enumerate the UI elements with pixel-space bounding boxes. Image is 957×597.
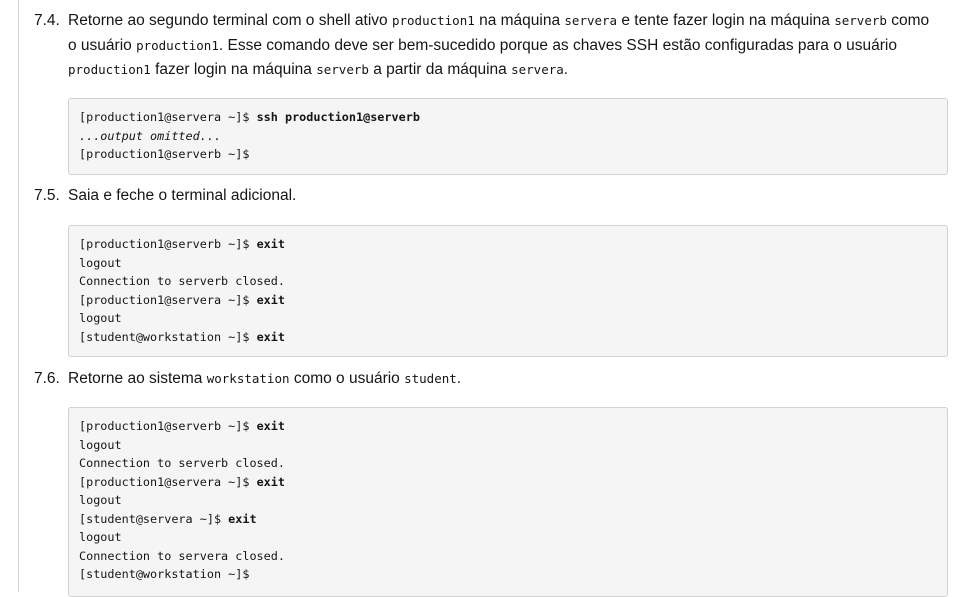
inline-code: servera bbox=[564, 13, 618, 28]
code-line: [production1@servera ~]$ ssh production1… bbox=[79, 110, 420, 124]
code-line: logout bbox=[79, 311, 122, 325]
step-description: Saia e feche o terminal adicional. bbox=[68, 187, 297, 204]
code-line: logout bbox=[79, 530, 122, 544]
code-block-7-6: [production1@serverb ~]$ exit logout Con… bbox=[68, 407, 948, 597]
code-line: [production1@serverb ~]$ exit bbox=[79, 419, 285, 433]
left-border-rule bbox=[18, 0, 19, 592]
code-line: [production1@servera ~]$ exit bbox=[79, 474, 285, 489]
code-line: logout bbox=[79, 255, 122, 270]
inline-code: serverb bbox=[316, 62, 369, 77]
code-line: [student@servera ~]$ exit bbox=[79, 511, 257, 526]
inline-code: production1 bbox=[68, 62, 151, 77]
code-line: logout bbox=[79, 437, 122, 452]
code-line: [student@workstation ~]$ bbox=[79, 567, 250, 581]
code-line: Connection to serverb closed. bbox=[79, 456, 285, 470]
code-line: [production1@serverb ~]$ bbox=[79, 147, 250, 161]
inline-code: student bbox=[404, 371, 457, 386]
code-block-7-5: [production1@serverb ~]$ exit logout Con… bbox=[68, 225, 948, 357]
step-number: 7.5. bbox=[34, 187, 60, 204]
step-description: Retorne ao segundo terminal com o shell … bbox=[68, 12, 930, 78]
inline-code: workstation bbox=[206, 371, 290, 386]
code-line: ...output omitted... bbox=[79, 128, 222, 143]
inline-code: serverb bbox=[834, 13, 887, 28]
inline-code: servera bbox=[511, 62, 564, 77]
code-line: [production1@servera ~]$ exit bbox=[79, 292, 285, 307]
code-line: Connection to servera closed. bbox=[79, 548, 285, 563]
inline-code: production1 bbox=[391, 13, 475, 28]
step-number: 7.6. bbox=[34, 370, 60, 387]
code-line: Connection to serverb closed. bbox=[79, 274, 285, 288]
code-block-7-4: [production1@servera ~]$ ssh production1… bbox=[68, 98, 948, 175]
code-line: logout bbox=[79, 493, 122, 507]
step-number: 7.4. bbox=[34, 12, 60, 29]
code-line: [production1@serverb ~]$ exit bbox=[79, 237, 285, 251]
code-line: [student@workstation ~]$ exit bbox=[79, 329, 285, 344]
step-description: Retorne ao sistema workstation como o us… bbox=[68, 370, 462, 387]
inline-code: production1 bbox=[136, 37, 219, 53]
